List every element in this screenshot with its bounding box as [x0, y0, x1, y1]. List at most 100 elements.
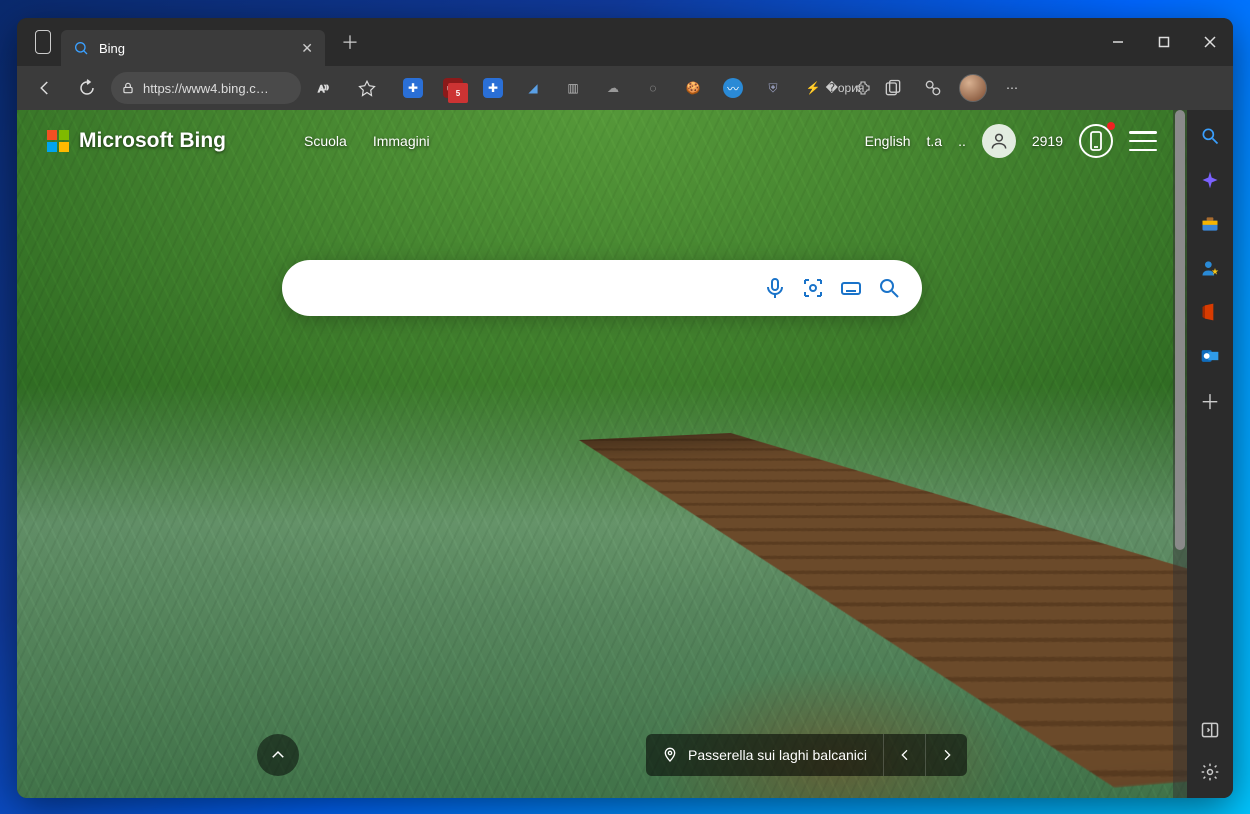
profile-avatar-icon [959, 74, 987, 102]
caption-next-button[interactable] [925, 734, 967, 776]
brand-text: Microsoft Bing [79, 129, 226, 153]
extensions-menu-button[interactable]: �ория [835, 70, 871, 106]
extension-7[interactable]: ◌ [635, 70, 671, 106]
page-viewport: Microsoft Bing Scuola Immagini English t… [17, 110, 1187, 798]
voice-search-button[interactable] [760, 273, 790, 303]
image-search-button[interactable] [798, 273, 828, 303]
lens-icon [801, 276, 825, 300]
bing-header: Microsoft Bing Scuola Immagini English t… [17, 124, 1187, 158]
search-icon [1200, 126, 1220, 146]
tab-actions-button[interactable] [25, 24, 61, 60]
chevron-left-icon [897, 747, 913, 763]
hamburger-menu-button[interactable] [1129, 131, 1157, 151]
vertical-scrollbar[interactable] [1173, 110, 1187, 798]
ublock-badge: 5 [448, 83, 468, 103]
extension-3[interactable]: ✚ [475, 70, 511, 106]
edge-sidebar: ＋ [1187, 110, 1233, 798]
keyboard-button[interactable] [836, 273, 866, 303]
profile-button[interactable] [955, 70, 991, 106]
svg-text:A⁾⁾: A⁾⁾ [318, 84, 328, 94]
extension-ublock[interactable]: uB5 [435, 70, 471, 106]
split-screen-button[interactable] [915, 70, 951, 106]
briefcase-icon [1200, 214, 1220, 234]
user-hint[interactable]: t.a [926, 133, 942, 149]
sidebar-add-button[interactable]: ＋ [1198, 388, 1222, 412]
sparkle-icon [1200, 170, 1220, 190]
tab-actions-icon [35, 30, 51, 54]
caption-info-button[interactable]: Passerella sui laghi balcanici [646, 734, 883, 776]
extension-1[interactable]: ✚ [395, 70, 431, 106]
bing-header-right: English t.a .. 2919 [865, 124, 1157, 158]
extension-10[interactable]: ⛨ [755, 70, 791, 106]
chevron-right-icon [939, 747, 955, 763]
account-button[interactable] [982, 124, 1016, 158]
url-text: https://www4.bing.c… [143, 81, 269, 96]
app-menu-button[interactable]: ⋯ [995, 70, 1031, 106]
tab-close-button[interactable]: ✕ [301, 40, 313, 57]
location-icon [662, 747, 678, 763]
extensions-area: ✚ uB5 ✚ ◢ ▥ ☁ ◌ 🍪 〰 ⛨ ⚡ �ория ⋯ [395, 70, 1031, 106]
scrollbar-thumb[interactable] [1175, 110, 1185, 550]
sidebar-office-button[interactable] [1198, 300, 1222, 324]
extension-4[interactable]: ◢ [515, 70, 551, 106]
bing-favicon-icon [73, 40, 89, 56]
gear-icon [1200, 762, 1220, 782]
microphone-icon [763, 276, 787, 300]
window-controls [1095, 18, 1233, 66]
maximize-button[interactable] [1141, 18, 1187, 66]
sidebar-copilot-button[interactable] [1198, 168, 1222, 192]
image-caption-bar: Passerella sui laghi balcanici [646, 734, 967, 776]
extension-5[interactable]: ▥ [555, 70, 591, 106]
bing-logo[interactable]: Microsoft Bing [47, 129, 226, 153]
mobile-icon [1089, 131, 1103, 151]
extension-6[interactable]: ☁ [595, 70, 631, 106]
keyboard-icon [839, 276, 863, 300]
search-submit-button[interactable] [874, 273, 904, 303]
close-window-button[interactable] [1187, 18, 1233, 66]
browser-window: Bing ✕ ＋ https://www4.bing.c… A⁾⁾ ✚ uB5 … [17, 18, 1233, 798]
favorite-button[interactable] [349, 70, 385, 106]
caption-prev-button[interactable] [883, 734, 925, 776]
refresh-button[interactable] [69, 70, 105, 106]
nav-immagini[interactable]: Immagini [373, 133, 430, 149]
mobile-promo-button[interactable] [1079, 124, 1113, 158]
language-switch[interactable]: English [865, 133, 911, 149]
collections-button[interactable] [875, 70, 911, 106]
person-icon [989, 131, 1009, 151]
caption-label: Passerella sui laghi balcanici [688, 747, 867, 763]
sidebar-collapse-button[interactable] [1198, 718, 1222, 742]
back-button[interactable] [27, 70, 63, 106]
bing-nav: Scuola Immagini [304, 133, 430, 149]
sidebar-search-button[interactable] [1198, 124, 1222, 148]
panel-icon [1200, 720, 1220, 740]
address-bar[interactable]: https://www4.bing.c… [111, 72, 301, 104]
microsoft-logo-icon [47, 130, 69, 152]
search-icon [877, 276, 901, 300]
extension-9[interactable]: 〰 [715, 70, 751, 106]
search-input[interactable] [300, 278, 752, 298]
content-row: Microsoft Bing Scuola Immagini English t… [17, 110, 1233, 798]
site-lock-icon [121, 81, 135, 95]
browser-tab[interactable]: Bing ✕ [61, 30, 325, 66]
read-aloud-button[interactable]: A⁾⁾ [307, 70, 343, 106]
tab-title: Bing [99, 41, 125, 56]
rewards-points[interactable]: 2919 [1032, 133, 1063, 149]
plus-icon: ＋ [1200, 386, 1220, 415]
sidebar-games-button[interactable] [1198, 256, 1222, 280]
sidebar-outlook-button[interactable] [1198, 344, 1222, 368]
new-tab-button[interactable]: ＋ [335, 27, 365, 57]
sidebar-shopping-button[interactable] [1198, 212, 1222, 236]
expand-up-button[interactable] [257, 734, 299, 776]
extension-8[interactable]: 🍪 [675, 70, 711, 106]
minimize-button[interactable] [1095, 18, 1141, 66]
user-ellipsis: .. [958, 133, 966, 149]
browser-toolbar: https://www4.bing.c… A⁾⁾ ✚ uB5 ✚ ◢ ▥ ☁ ◌… [17, 66, 1233, 110]
outlook-icon [1200, 346, 1220, 366]
search-box[interactable] [282, 260, 922, 316]
person-star-icon [1200, 258, 1220, 278]
sidebar-settings-button[interactable] [1198, 760, 1222, 784]
office-icon [1200, 302, 1220, 322]
titlebar: Bing ✕ ＋ [17, 18, 1233, 66]
nav-scuola[interactable]: Scuola [304, 133, 347, 149]
chevron-up-icon [269, 746, 287, 764]
